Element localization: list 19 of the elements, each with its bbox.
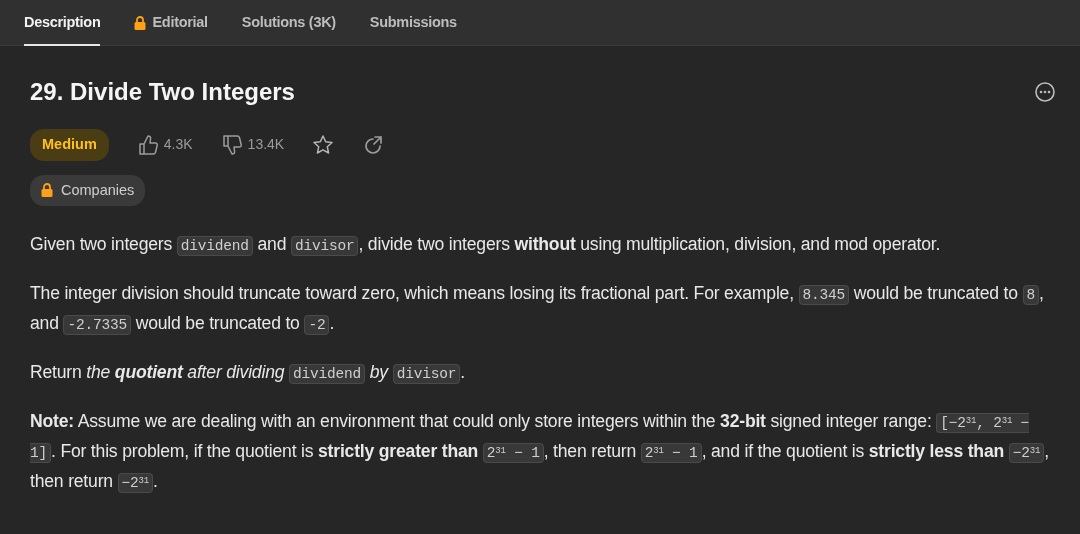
thumbs-up-icon — [136, 133, 159, 156]
more-icon[interactable] — [1034, 81, 1056, 104]
tab[interactable]: Description — [24, 0, 101, 46]
tab[interactable]: Submissions — [369, 0, 457, 46]
lock-icon — [41, 183, 53, 198]
difficulty-badge: Medium — [30, 128, 109, 161]
thumbs-down-icon — [220, 133, 243, 156]
share-icon[interactable] — [362, 133, 385, 156]
tab[interactable]: Editorial — [134, 0, 208, 46]
description-paragraph: Return the quotient after dividing dividend by divisor . — [30, 361, 466, 387]
problem-title: 29. Divide Two Integers — [30, 78, 295, 107]
like-button[interactable]: 4.3K — [136, 133, 193, 156]
star-icon[interactable] — [312, 133, 335, 156]
tab[interactable]: Solutions (3K) — [241, 0, 336, 46]
dislike-button[interactable]: 13.4K — [220, 133, 285, 156]
description-paragraph: The integer division should truncate toward zero, which means losing its fractional part. For example, 8.345 would be truncated to 8 , and -2.7335 would be truncated to -2 . — [30, 282, 1045, 338]
description-paragraph: Given two integers dividend and divisor , divide two integers without using multiplication, division, and mod operator. — [30, 233, 942, 259]
companies-tag[interactable]: Companies — [30, 174, 146, 207]
description-paragraph: Note: Assume we are dealing with an environment that could only store integers within the 32-bit signed integer range: [−2$^{31}$, 2$^{31}$ − 1] . For this problem, if the quotient is strictly greater than 2$^{31}$ − 1 , then return 2$^{31}$ − 1 , and if the quotient is strictly less than −2$^{31}$ , then return −2$^{31}$ . — [30, 410, 1050, 496]
